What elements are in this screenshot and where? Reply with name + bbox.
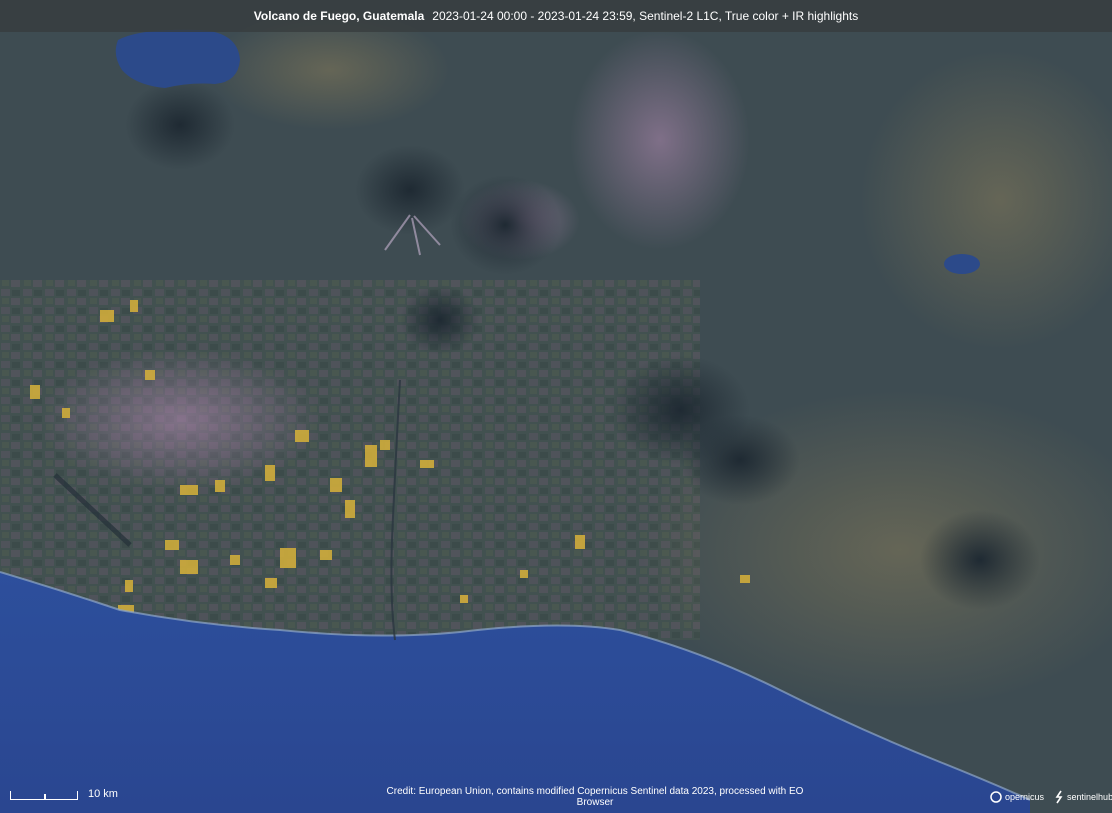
lake-east <box>944 254 980 274</box>
scale-bar <box>10 791 78 800</box>
sentinelhub-logo: sentinelhub <box>1054 790 1112 804</box>
title-details: 2023-01-24 00:00 - 2023-01-24 23:59, Sen… <box>432 9 859 23</box>
volcano-atitlan <box>125 80 235 170</box>
volcano-pacaya <box>400 285 480 355</box>
copernicus-logo: opernicus <box>990 791 1044 803</box>
volcano-agua <box>450 175 560 275</box>
lake-atitlan <box>115 29 240 88</box>
title-location: Volcano de Fuego, Guatemala <box>253 9 425 23</box>
credit-text: Credit: European Union, contains modifie… <box>386 786 804 808</box>
volcano-east-2 <box>680 415 800 505</box>
scale-indicator: 10 km <box>10 788 118 800</box>
copernicus-icon <box>990 791 1002 803</box>
southwest-urban <box>40 350 320 490</box>
sentinelhub-icon <box>1055 790 1063 804</box>
logos: opernicus sentinelhub <box>990 790 1112 804</box>
copernicus-logo-text: opernicus <box>1005 792 1045 802</box>
volcano-east-3 <box>920 510 1040 610</box>
title-bar: Volcano de Fuego, Guatemala 2023-01-24 0… <box>0 0 1112 32</box>
scale-label: 10 km <box>88 788 118 800</box>
volcano-acatenango <box>355 145 465 235</box>
satellite-map[interactable] <box>0 0 1112 813</box>
sentinelhub-logo-text: sentinelhub <box>1067 792 1112 802</box>
guatemala-city-urban <box>570 30 750 250</box>
